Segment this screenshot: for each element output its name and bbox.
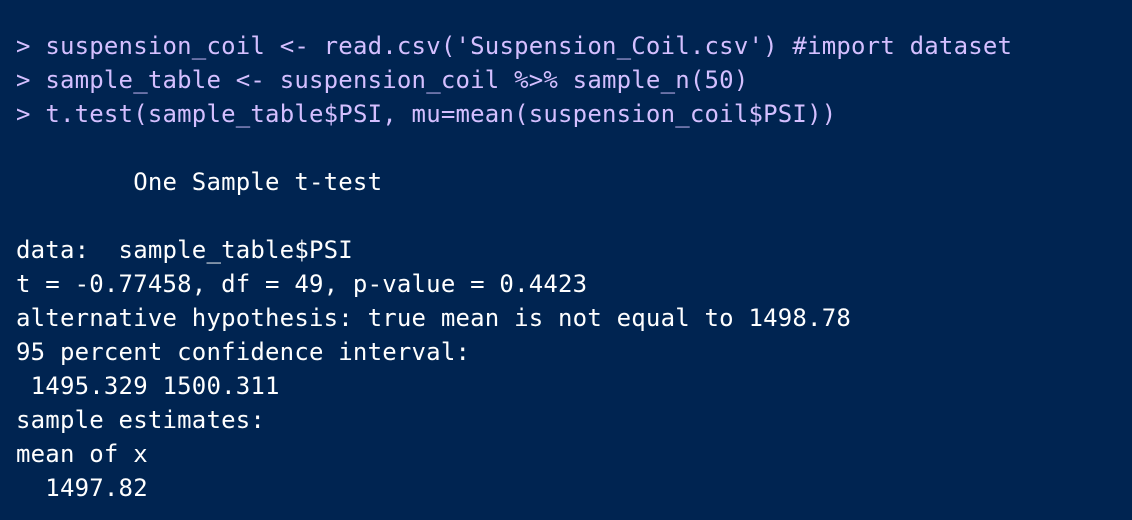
console-command-line: > suspension_coil <- read.csv('Suspensio… [16,29,1132,63]
console-prompt: > [16,100,46,128]
console-prompt: > [16,32,46,60]
r-console[interactable]: > suspension_coil <- read.csv('Suspensio… [0,0,1132,520]
console-command-line: > sample_table <- suspension_coil %>% sa… [16,63,1132,97]
ttest-estimates-label: sample estimates: [16,406,266,434]
ttest-estimates-value: 1497.82 [16,474,148,502]
command-text: suspension_coil <- read.csv('Suspension_… [45,32,1013,60]
ttest-stats-line: t = -0.77458, df = 49, p-value = 0.4423 [16,270,588,298]
ttest-title: One Sample t-test [16,168,383,196]
ttest-alternative-line: alternative hypothesis: true mean is not… [16,304,852,332]
console-prompt: > [16,66,46,94]
ttest-estimates-header: mean of x [16,440,148,468]
console-command-line: > t.test(sample_table$PSI, mu=mean(suspe… [16,97,1132,131]
ttest-ci-values: 1495.329 1500.311 [16,372,280,400]
command-text: sample_table <- suspension_coil %>% samp… [45,66,749,94]
ttest-data-line: data: sample_table$PSI [16,236,353,264]
command-text: t.test(sample_table$PSI, mu=mean(suspens… [45,100,837,128]
ttest-ci-label: 95 percent confidence interval: [16,338,471,366]
